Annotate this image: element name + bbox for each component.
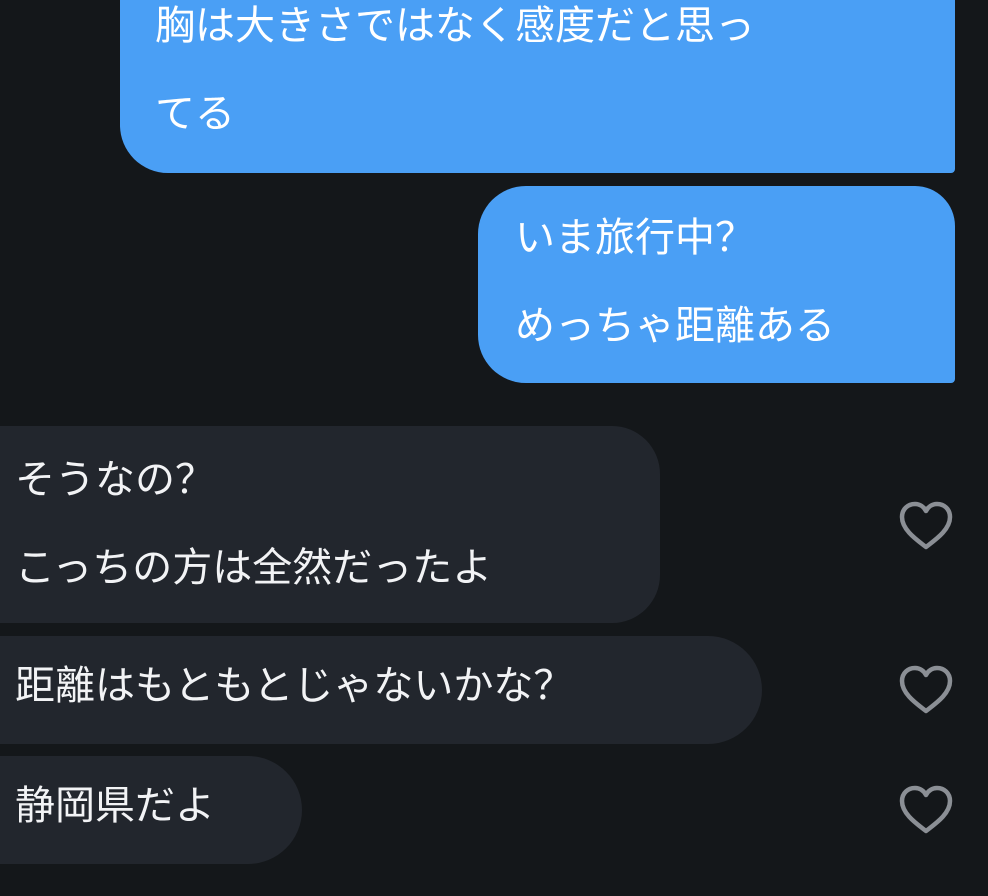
like-heart-icon[interactable] <box>897 664 955 716</box>
received-message-bubble[interactable]: 静岡県だよ <box>0 756 302 864</box>
message-text-line: てる <box>155 91 235 137</box>
sent-message-bubble[interactable]: いま旅行中？ めっちゃ距離ある <box>478 186 955 383</box>
heart-outline-icon <box>899 665 953 714</box>
message-text-line: 胸は大きさではなく感度だと思っ <box>155 3 755 49</box>
message-text-line: 距離はもともとじゃないかな？ <box>15 663 574 709</box>
heart-outline-icon <box>899 501 953 550</box>
message-text-line: こっちの方は全然だったよ <box>15 545 493 591</box>
message-text-line: いま旅行中？ <box>515 215 755 261</box>
message-text-line: めっちゃ距離ある <box>515 303 835 349</box>
received-message-bubble[interactable]: 距離はもともとじゃないかな？ <box>0 636 762 744</box>
message-text-line: そうなの？ <box>15 457 215 503</box>
received-message-bubble[interactable]: そうなの？ こっちの方は全然だったよ <box>0 426 660 623</box>
like-heart-icon[interactable] <box>897 500 955 552</box>
message-text-line: 静岡県だよ <box>15 783 215 829</box>
sent-message-bubble[interactable]: 胸は大きさではなく感度だと思っ てる <box>120 0 955 173</box>
like-heart-icon[interactable] <box>897 784 955 836</box>
heart-outline-icon <box>899 785 953 834</box>
